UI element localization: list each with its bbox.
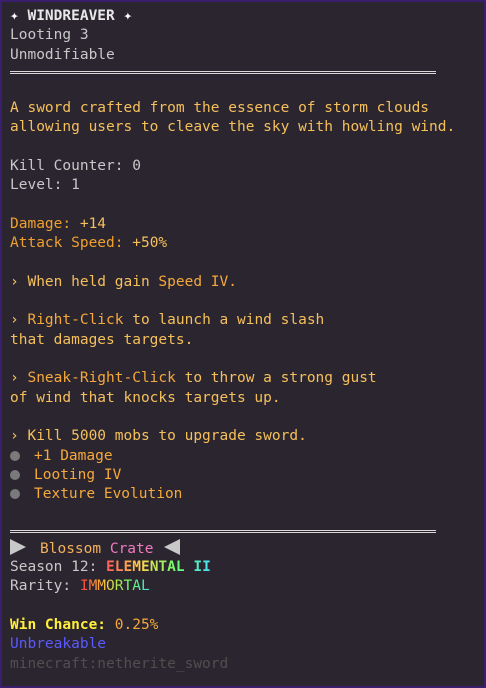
- crate-name-first: Blossom: [40, 540, 102, 557]
- upgrade-item-label: Texture Evolution: [34, 486, 183, 503]
- sneak-right-click-key: Sneak-Right-Click: [27, 370, 176, 387]
- star-icon: ✦: [123, 8, 133, 24]
- description-line-1: A sword crafted from the essence of stor…: [10, 100, 430, 117]
- upgrade-header: › Kill 5000 mobs to upgrade sword.: [10, 428, 307, 445]
- attack-speed-stat: Attack Speed: +50%: [10, 234, 476, 253]
- rarity-value: IMMORTAL: [79, 578, 150, 595]
- level-label: Level:: [10, 177, 63, 194]
- chevron-right-icon: ›: [10, 273, 19, 290]
- item-id: minecraft:netherite_sword: [10, 655, 229, 672]
- enchantment-line: Looting 3: [10, 27, 89, 44]
- bullet-dot-icon: [10, 489, 20, 500]
- separator: [10, 70, 436, 74]
- chevron-right-icon: ›: [10, 370, 19, 387]
- item-name: WINDREAVER: [27, 8, 115, 24]
- upgrade-item: Texture Evolution: [10, 485, 476, 504]
- right-click-ability: › Right-Click to launch a wind slash: [10, 311, 476, 330]
- damage-stat: Damage: +14: [10, 215, 476, 234]
- held-ability: › When held gain Speed IV.: [10, 273, 476, 292]
- description-line-2: allowing users to cleave the sky with ho…: [10, 119, 456, 136]
- attack-speed-label: Attack Speed:: [10, 235, 124, 252]
- upgrade-item: +1 Damage: [10, 447, 476, 466]
- season-value: ELEMENTAL II: [106, 559, 211, 576]
- kill-counter-label: Kill Counter:: [10, 158, 124, 175]
- star-icon: ✦: [10, 8, 19, 24]
- upgrade-item-label: +1 Damage: [34, 447, 113, 464]
- kill-counter: Kill Counter: 0: [10, 157, 476, 176]
- damage-value: +14: [79, 215, 107, 232]
- win-chance-label: Win Chance:: [10, 616, 107, 633]
- unbreakable-line: Unbreakable: [10, 636, 107, 653]
- rarity-label: Rarity:: [10, 578, 72, 595]
- season-label: Season 12:: [10, 559, 98, 576]
- kill-counter-value: 0: [132, 158, 141, 175]
- modifiable-line: Unmodifiable: [10, 46, 115, 63]
- bullet-dot-icon: [10, 450, 20, 461]
- sneak-right-click-ability-line2: of wind that knocks targets up.: [10, 389, 281, 406]
- tooltip-content: ✦ WINDREAVER ✦ Looting 3 Unmodifiable A …: [10, 7, 476, 674]
- held-ability-effect: Speed IV.: [158, 273, 237, 290]
- damage-label: Damage:: [10, 215, 72, 232]
- upgrade-item-label: Looting IV: [34, 466, 122, 483]
- bullet-dot-icon: [10, 469, 20, 480]
- win-chance-value: 0.25%: [114, 616, 159, 633]
- item-tooltip: ✦ WINDREAVER ✦ Looting 3 Unmodifiable A …: [0, 0, 486, 688]
- right-click-key: Right-Click: [27, 312, 124, 329]
- triangle-left-icon: [163, 538, 180, 555]
- upgrade-item: Looting IV: [10, 466, 476, 485]
- season-line: Season 12: ELEMENTAL II: [10, 558, 476, 577]
- crate-name-second: Crate: [109, 540, 154, 557]
- right-click-ability-line2: that damages targets.: [10, 331, 194, 348]
- level: Level: 1: [10, 176, 476, 195]
- held-ability-text: When held gain: [27, 273, 159, 290]
- separator: [10, 529, 436, 533]
- crate-name: Blossom Crate: [10, 538, 476, 558]
- triangle-right-icon: [10, 538, 26, 555]
- right-click-text: to launch a wind slash: [123, 312, 325, 329]
- attack-speed-value: +50%: [132, 235, 168, 252]
- sneak-right-click-text: to throw a strong gust: [175, 370, 377, 387]
- rarity-line: Rarity: IMMORTAL: [10, 577, 476, 596]
- item-title: ✦ WINDREAVER ✦: [10, 7, 476, 26]
- sneak-right-click-ability: › Sneak-Right-Click to throw a strong gu…: [10, 369, 476, 388]
- level-value: 1: [71, 177, 80, 194]
- chevron-right-icon: ›: [10, 312, 19, 329]
- win-chance: Win Chance: 0.25%: [10, 616, 476, 635]
